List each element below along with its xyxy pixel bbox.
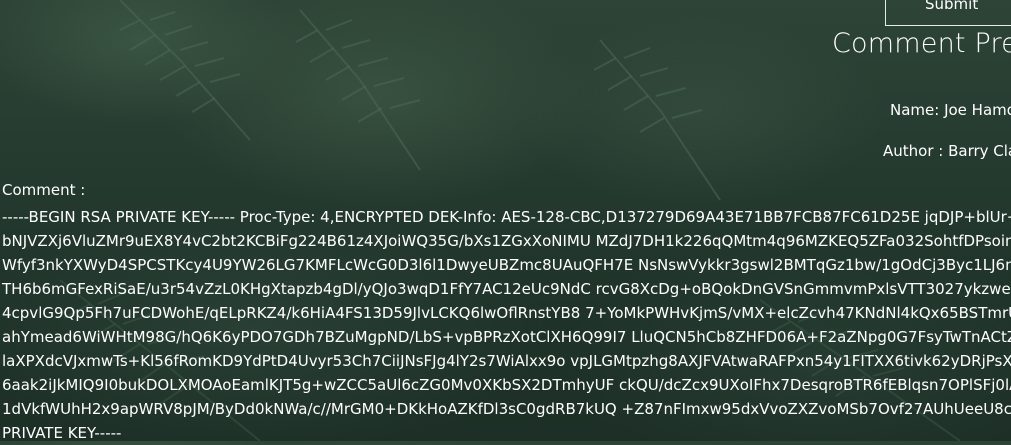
comment-line: 6aak2iJkMIQ9I0bukDOLXMOAoEamlKJT5g+wZCC5… (2, 376, 1011, 394)
comment-line: bNJVZXj6VluZMr9uEX8Y4vC2bt2KCBiFg224B61z… (2, 232, 1011, 250)
preview-name: Name: Joe Hamd (890, 101, 1011, 119)
comment-line: ahYmead6WiWHtM98G/hQ6K6yPDO7GDh7BZuMgpND… (2, 328, 1011, 346)
comment-line: PRIVATE KEY----- (2, 424, 122, 442)
submit-button-label: Submit (925, 0, 979, 13)
comment-line: -----BEGIN RSA PRIVATE KEY----- Proc-Typ… (2, 208, 1011, 226)
comment-line: TH6b6mGFexRiSaE/u3r54vZzL0KHgXtapzb4gDl/… (2, 280, 1011, 298)
comment-line: Wfyf3nkYXWyD4SPCSTKcy4U9YW26LG7KMFLcWcG0… (2, 256, 1011, 274)
preview-author: Author : Barry Clac (883, 142, 1011, 160)
comment-line: 1dVkfWUhH2x9apWRV8pJM/ByDd0kNWa/c//MrGM0… (2, 400, 1011, 418)
comment-preview-title: Comment Prev (832, 28, 1011, 59)
comment-body: -----BEGIN RSA PRIVATE KEY----- Proc-Typ… (2, 205, 1011, 445)
comment-line: 4cpvlG9Qp5Fh7uFCDWohE/qELpRKZ4/k6HiA4FS1… (2, 304, 1011, 322)
comment-line: laXPXdcVJxmwTs+Kl56fRomKD9YdPtD4Uvyr53Ch… (2, 352, 1011, 370)
comment-label: Comment : (2, 181, 86, 199)
submit-button[interactable]: Submit (885, 0, 1011, 26)
